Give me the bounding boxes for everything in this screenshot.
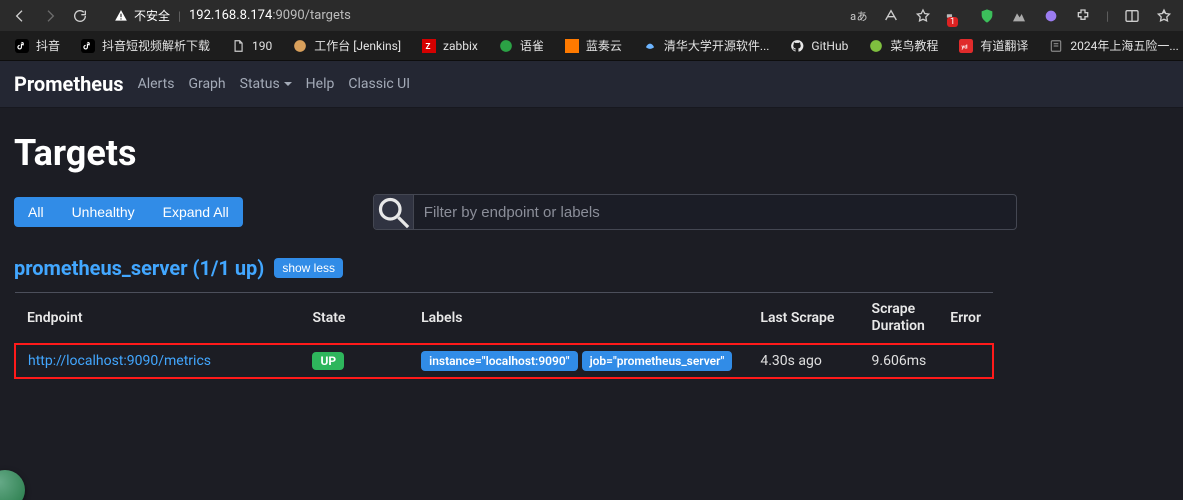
bookmark-label: 语雀: [520, 37, 544, 54]
nav-graph[interactable]: Graph: [188, 72, 225, 96]
bookmark-item[interactable]: 蓝奏云: [556, 34, 630, 57]
th-error: Error: [938, 293, 993, 344]
collections-icon[interactable]: [1155, 7, 1173, 25]
bookmark-label: 菜鸟教程: [890, 37, 938, 54]
label-badge: instance="localhost:9090": [421, 351, 577, 371]
bookmark-item[interactable]: 清华大学开源软件...: [634, 34, 778, 57]
read-aloud-icon[interactable]: [882, 7, 900, 25]
ext-icon-1[interactable]: 1: [946, 7, 964, 25]
browser-toolbar: 不安全 | 192.168.8.174:9090/targets aあ 1 |: [0, 0, 1183, 31]
toolbar-separator: |: [1106, 9, 1109, 23]
bookmark-item[interactable]: 菜鸟教程: [860, 34, 946, 57]
bookmark-label: 有道翻译: [980, 37, 1028, 54]
insecure-text: 不安全: [134, 7, 170, 24]
split-screen-icon[interactable]: [1123, 7, 1141, 25]
shield-icon[interactable]: [978, 7, 996, 25]
address-bar[interactable]: 不安全 | 192.168.8.174:9090/targets: [114, 7, 351, 24]
calc-icon: [1048, 38, 1064, 54]
tuna-icon: [642, 38, 658, 54]
prometheus-navbar: Prometheus Alerts Graph Status Help Clas…: [0, 61, 1183, 108]
th-scrape-duration: Scrape Duration: [860, 293, 939, 344]
job-header: prometheus_server (1/1 up) show less: [14, 256, 343, 280]
bookmark-label: GitHub: [811, 39, 848, 53]
lanzou-icon: [564, 38, 580, 54]
th-last-scrape: Last Scrape: [748, 293, 859, 344]
refresh-button[interactable]: [70, 6, 90, 26]
nav-status[interactable]: Status: [240, 72, 292, 96]
scrape-duration-cell: 9.606ms: [860, 344, 939, 378]
bookmark-item[interactable]: 抖音短视频解析下载: [72, 34, 218, 57]
controls-row: All Unhealthy Expand All: [14, 194, 1169, 230]
last-scrape-cell: 4.30s ago: [748, 344, 859, 378]
brand-logo[interactable]: Prometheus: [14, 72, 124, 96]
state-badge: UP: [312, 352, 344, 370]
filter-all-button[interactable]: All: [14, 197, 58, 227]
runoob-icon: [868, 38, 884, 54]
bookmark-label: 2024年上海五险一...: [1070, 37, 1178, 54]
th-labels: Labels: [409, 293, 748, 344]
youdao-icon: yd: [958, 38, 974, 54]
bookmark-item[interactable]: 抖音: [6, 34, 68, 57]
bookmark-label: 抖音短视频解析下载: [102, 37, 210, 54]
douyin-icon: [80, 38, 96, 54]
mountain-icon[interactable]: [1010, 7, 1028, 25]
filter-input-wrap: [373, 194, 1017, 230]
svg-text:yd: yd: [962, 44, 968, 50]
bookmark-label: 工作台 [Jenkins]: [314, 37, 401, 54]
translate-hint[interactable]: aあ: [850, 8, 868, 24]
jenkins-icon: [292, 38, 308, 54]
nav-help[interactable]: Help: [306, 72, 335, 96]
search-icon: [374, 195, 414, 229]
github-icon: [789, 38, 805, 54]
bookmark-item[interactable]: GitHub: [781, 35, 856, 57]
targets-tbody: http://localhost:9090/metrics UP instance=…: [15, 344, 993, 378]
bookmark-item[interactable]: 2024年上海五险一...: [1040, 34, 1183, 57]
url-text: 192.168.8.174:9090/targets: [189, 8, 351, 23]
filter-input[interactable]: [414, 196, 1016, 229]
yuque-icon: [498, 38, 514, 54]
error-cell: [938, 344, 993, 378]
address-separator: |: [178, 9, 181, 23]
doc-icon: [230, 38, 246, 54]
bookmark-label: 190: [252, 39, 272, 53]
insecure-site-badge[interactable]: 不安全: [114, 7, 170, 24]
filter-unhealthy-button[interactable]: Unhealthy: [58, 197, 149, 227]
bookmark-item[interactable]: yd 有道翻译: [950, 34, 1036, 57]
targets-table: Endpoint State Labels Last Scrape Scrape…: [14, 292, 994, 379]
bookmark-item[interactable]: 190: [222, 35, 280, 57]
svg-text:Z: Z: [426, 40, 431, 50]
assistant-bubble[interactable]: [0, 470, 25, 500]
show-less-button[interactable]: show less: [274, 258, 343, 278]
bookmark-item[interactable]: 工作台 [Jenkins]: [284, 34, 409, 57]
douyin-icon: [14, 38, 30, 54]
bookmark-label: zabbix: [443, 39, 478, 53]
th-state: State: [300, 293, 409, 344]
endpoint-link[interactable]: http://localhost:9090/metrics: [28, 353, 211, 369]
bookmarks-bar: 抖音 抖音短视频解析下载 190 工作台 [Jenkins] Zzabbix 语雀 蓝奏云 清…: [0, 31, 1183, 61]
extensions-icon[interactable]: [1074, 7, 1092, 25]
nav-alerts[interactable]: Alerts: [138, 72, 175, 96]
bookmark-item[interactable]: 语雀: [490, 34, 552, 57]
job-title-link[interactable]: prometheus_server (1/1 up): [14, 256, 264, 280]
favorite-icon[interactable]: [914, 7, 932, 25]
back-button[interactable]: [10, 6, 30, 26]
page-title: Targets: [14, 132, 1169, 174]
brain-icon[interactable]: [1042, 7, 1060, 25]
th-endpoint: Endpoint: [15, 293, 300, 344]
table-row: http://localhost:9090/metrics UP instance=…: [15, 344, 993, 378]
bookmark-label: 抖音: [36, 37, 60, 54]
bookmark-label: 蓝奏云: [586, 37, 622, 54]
bookmark-label: 清华大学开源软件...: [664, 37, 770, 54]
bookmark-item[interactable]: Zzabbix: [413, 35, 486, 57]
nav-classic-ui[interactable]: Classic UI: [348, 72, 410, 96]
zabbix-icon: Z: [421, 38, 437, 54]
label-badge: job="prometheus_server": [582, 351, 733, 371]
expand-all-button[interactable]: Expand All: [149, 197, 243, 227]
health-filter-group: All Unhealthy Expand All: [14, 197, 243, 227]
forward-button[interactable]: [40, 6, 60, 26]
